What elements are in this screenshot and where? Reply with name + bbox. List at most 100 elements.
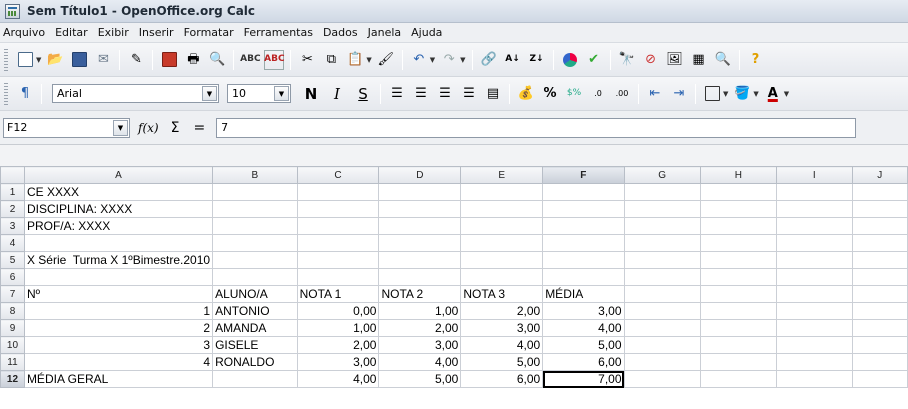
column-header-f[interactable]: F: [542, 166, 625, 184]
column-header-d[interactable]: D: [378, 166, 462, 184]
cell[interactable]: [699, 234, 777, 252]
cell[interactable]: [460, 183, 544, 201]
cell-d7[interactable]: NOTA 2: [378, 285, 462, 303]
row-header[interactable]: 11: [0, 353, 25, 371]
cell-a5[interactable]: X Série Turma X 1ºBimestre.2010: [23, 251, 214, 269]
bold-button[interactable]: N: [301, 85, 321, 103]
export-pdf-icon[interactable]: [159, 50, 179, 70]
cell-c11[interactable]: 3,00: [296, 353, 380, 371]
cell[interactable]: [851, 234, 908, 252]
toolbar-grip[interactable]: [4, 48, 8, 71]
draw-functions-icon[interactable]: ✔: [584, 50, 604, 70]
function-wizard-button[interactable]: f(x): [138, 121, 159, 135]
menu-formatar[interactable]: Formatar: [179, 26, 239, 39]
function-button[interactable]: =: [193, 120, 205, 136]
column-header-h[interactable]: H: [699, 166, 777, 184]
cell[interactable]: [23, 234, 214, 252]
cell[interactable]: [623, 370, 701, 388]
zoom-icon[interactable]: 🔍: [713, 50, 733, 70]
cell[interactable]: [775, 285, 853, 303]
cell-e8[interactable]: 2,00: [460, 302, 544, 320]
cell[interactable]: [775, 353, 853, 371]
cell[interactable]: [296, 251, 380, 269]
standard-format-icon[interactable]: $%: [564, 84, 584, 104]
cell-d9[interactable]: 2,00: [378, 319, 462, 337]
cell[interactable]: [775, 268, 853, 286]
undo-icon[interactable]: ↶: [409, 50, 429, 70]
cell-a10[interactable]: 3: [23, 336, 214, 354]
cell[interactable]: [460, 217, 544, 235]
find-replace-icon[interactable]: 🔭: [617, 50, 637, 70]
cell[interactable]: [296, 183, 380, 201]
cell[interactable]: [623, 217, 701, 235]
page-preview-icon[interactable]: 🔍: [207, 50, 227, 70]
hyperlink-icon[interactable]: 🔗: [479, 50, 499, 70]
row-header[interactable]: 5: [0, 251, 25, 269]
row-header[interactable]: 1: [0, 183, 25, 201]
decrease-indent-icon[interactable]: ⇤: [645, 84, 665, 104]
font-name-select[interactable]: Arial ▼: [52, 84, 219, 103]
cell[interactable]: [378, 234, 462, 252]
cell-a2[interactable]: DISCIPLINA: XXXX: [23, 200, 214, 218]
cell[interactable]: [623, 319, 701, 337]
cell-a3[interactable]: PROF/A: XXXX: [23, 217, 214, 235]
cell[interactable]: [699, 200, 777, 218]
cell-c9[interactable]: 1,00: [296, 319, 380, 337]
cell-f7[interactable]: MÉDIA: [542, 285, 625, 303]
cell[interactable]: [851, 183, 908, 201]
column-header-j[interactable]: J: [851, 166, 908, 184]
chevron-down-icon[interactable]: ▼: [274, 86, 289, 101]
cell-a12[interactable]: MÉDIA GERAL: [23, 370, 214, 388]
menu-ferramentas[interactable]: Ferramentas: [239, 26, 318, 39]
cell-d12[interactable]: 5,00: [378, 370, 462, 388]
menu-arquivo[interactable]: Arquivo: [0, 26, 50, 39]
currency-format-icon[interactable]: 💰: [516, 84, 536, 104]
cell-f9[interactable]: 4,00: [542, 319, 625, 337]
cell-e9[interactable]: 3,00: [460, 319, 544, 337]
cell[interactable]: [212, 251, 298, 269]
spellcheck-icon[interactable]: ABC: [240, 50, 260, 70]
menu-dados[interactable]: Dados: [318, 26, 363, 39]
cell[interactable]: [542, 251, 625, 269]
cell-e10[interactable]: 4,00: [460, 336, 544, 354]
cell[interactable]: [699, 251, 777, 269]
add-decimal-icon[interactable]: .0: [588, 84, 608, 104]
menu-ajuda[interactable]: Ajuda: [406, 26, 447, 39]
cell[interactable]: [623, 183, 701, 201]
cell-c7[interactable]: NOTA 1: [296, 285, 380, 303]
cell[interactable]: [623, 302, 701, 320]
redo-dropdown-icon[interactable]: ▼: [460, 56, 465, 64]
cell-c8[interactable]: 0,00: [296, 302, 380, 320]
new-dropdown-icon[interactable]: ▼: [36, 56, 41, 64]
cell-a11[interactable]: 4: [23, 353, 214, 371]
row-header[interactable]: 2: [0, 200, 25, 218]
edit-file-icon[interactable]: ✎: [126, 50, 146, 70]
undo-dropdown-icon[interactable]: ▼: [430, 56, 435, 64]
cell-a1[interactable]: CE XXXX: [23, 183, 214, 201]
align-right-icon[interactable]: ☰: [435, 84, 455, 104]
new-icon[interactable]: [15, 50, 35, 70]
cell[interactable]: [699, 353, 777, 371]
cell-e12[interactable]: 6,00: [460, 370, 544, 388]
cell[interactable]: [542, 217, 625, 235]
cell[interactable]: [851, 319, 908, 337]
cell[interactable]: [851, 302, 908, 320]
column-header-c[interactable]: C: [296, 166, 380, 184]
cell[interactable]: [851, 370, 908, 388]
cell-d8[interactable]: 1,00: [378, 302, 462, 320]
sort-ascending-icon[interactable]: A↓: [503, 50, 523, 70]
borders-dropdown-icon[interactable]: ▼: [723, 90, 728, 98]
cell-b10[interactable]: GISELE: [212, 336, 298, 354]
cell[interactable]: [851, 353, 908, 371]
cell[interactable]: [623, 234, 701, 252]
cell-f10[interactable]: 5,00: [542, 336, 625, 354]
cell[interactable]: [775, 217, 853, 235]
cell-c12[interactable]: 4,00: [296, 370, 380, 388]
gallery-icon[interactable]: 🖼: [665, 50, 685, 70]
cell-a7[interactable]: Nº: [23, 285, 214, 303]
cell-b7[interactable]: ALUNO/A: [212, 285, 298, 303]
select-all-corner[interactable]: [0, 166, 25, 184]
toolbar-grip[interactable]: [4, 82, 8, 105]
menu-inserir[interactable]: Inserir: [134, 26, 179, 39]
cell[interactable]: [699, 302, 777, 320]
